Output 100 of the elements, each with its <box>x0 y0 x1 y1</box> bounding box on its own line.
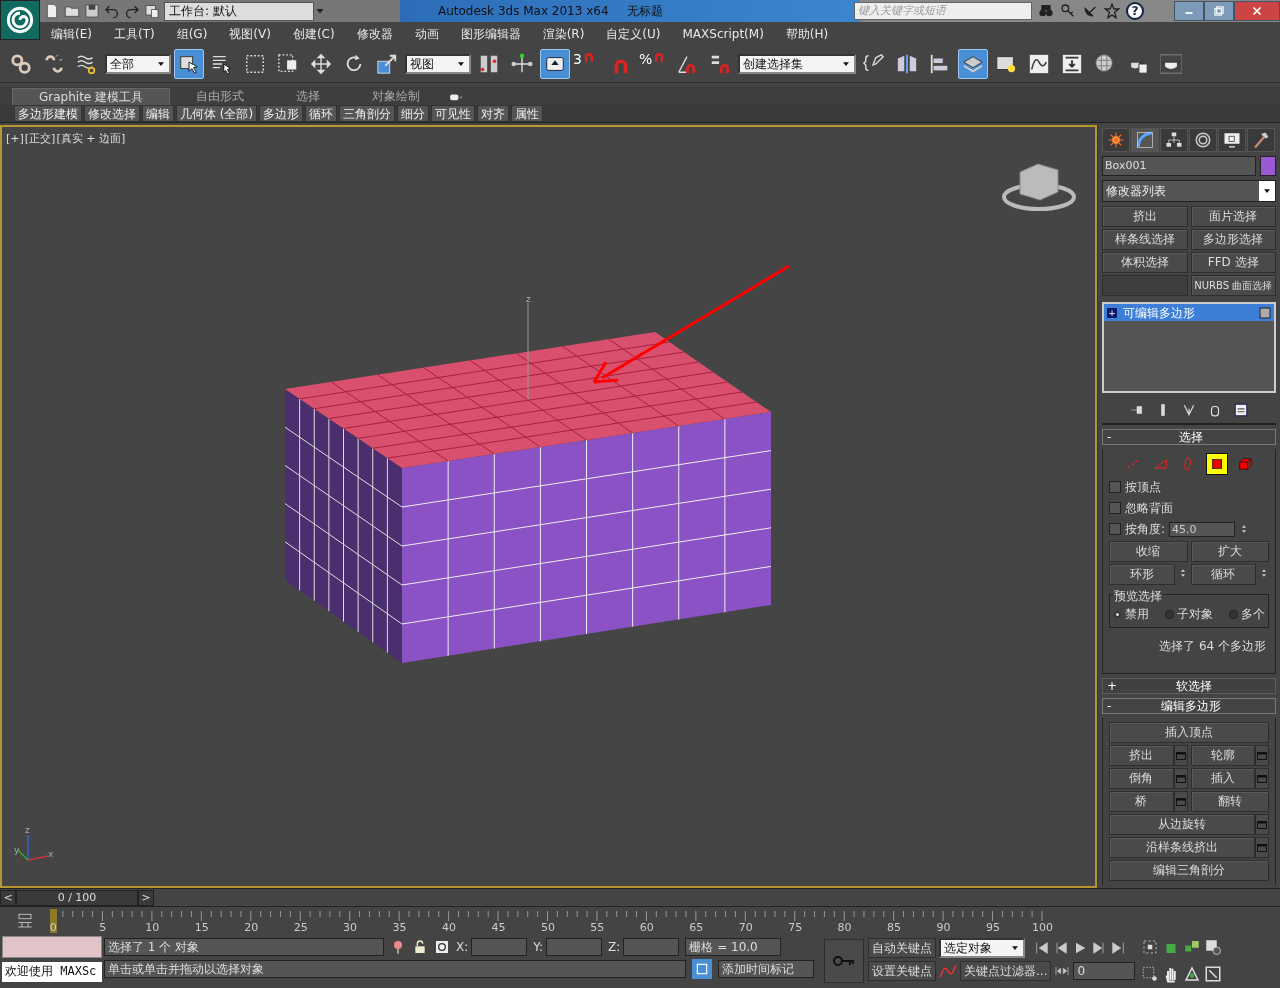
menu-item[interactable]: 创建(C) <box>281 24 346 43</box>
ribbon-panel-button[interactable]: 编辑 <box>142 105 174 122</box>
folder-icon[interactable] <box>64 3 80 19</box>
previous-frame-button[interactable]: < <box>0 889 16 906</box>
maximize-viewport-icon[interactable] <box>1204 964 1223 983</box>
time-tag-toggle[interactable] <box>692 959 712 979</box>
zoom-extents-icon[interactable] <box>1141 938 1160 956</box>
menu-item[interactable]: 自定义(U) <box>595 24 672 43</box>
ribbon-panel-button[interactable]: 多边形建模 <box>14 105 82 122</box>
ribbon-tab[interactable]: 对象绘制 <box>346 88 447 105</box>
rollout-button[interactable]: 翻转 <box>1190 791 1269 812</box>
time-config-icon[interactable] <box>1204 938 1223 956</box>
ribbon-panel-button[interactable]: 循环 <box>305 105 338 122</box>
set-key-mode-button[interactable]: 设置关键点 <box>868 961 936 981</box>
rollout-header[interactable]: - 编辑多边形 <box>1102 698 1276 714</box>
maxscript-listener-field[interactable] <box>2 936 102 958</box>
viewport[interactable]: [+][正交][真实 + 边面] z z y x <box>0 125 1097 888</box>
undo-icon[interactable] <box>104 3 120 19</box>
modifier-button[interactable]: 挤出 <box>1102 206 1188 227</box>
expand-toggle[interactable]: + <box>1107 307 1117 318</box>
hammer-icon[interactable] <box>1252 131 1270 149</box>
redo-icon[interactable] <box>124 3 140 19</box>
schematic-icon[interactable] <box>1061 52 1083 75</box>
move-arrows-icon[interactable] <box>310 52 332 75</box>
ribbon-panel-button[interactable]: 多边形 <box>259 105 304 122</box>
object-name-field[interactable]: Box001 <box>1102 156 1256 176</box>
config-icon[interactable] <box>1234 403 1248 417</box>
menu-item[interactable]: 编辑(E) <box>40 24 103 43</box>
menu-item[interactable]: MAXScript(M) <box>671 24 775 43</box>
modifier-button[interactable]: 体积选择 <box>1102 252 1188 273</box>
menu-item[interactable]: 工具(T) <box>102 24 166 43</box>
restore-icon[interactable] <box>1212 4 1226 18</box>
ribbon-panel-button[interactable]: 修改选择 <box>84 105 140 122</box>
ribbon-tab[interactable]: 选择 <box>270 88 347 105</box>
time-slider-thumb[interactable]: 0 / 100 <box>16 889 138 906</box>
modifier-button[interactable]: NURBS 曲面选择 <box>1190 275 1276 296</box>
frame-field[interactable]: 0 <box>1073 962 1136 980</box>
rollout-header[interactable]: + 软选择 <box>1102 678 1276 694</box>
orbit-icon[interactable] <box>1183 964 1202 983</box>
checkbox[interactable] <box>1109 502 1121 514</box>
polygon-square-icon[interactable] <box>1209 456 1225 472</box>
ribbon-panel-button[interactable]: 可见性 <box>431 105 476 122</box>
checkbox[interactable] <box>1109 481 1121 493</box>
curved-arc-icon[interactable] <box>1136 131 1154 149</box>
viewport-label[interactable]: [正交] <box>24 131 56 148</box>
curve-graph-icon[interactable] <box>1028 52 1050 75</box>
ribbon-panel-button[interactable]: 属性 <box>511 105 544 122</box>
menu-item[interactable]: 动画 <box>403 24 450 43</box>
viewport-label[interactable]: [真实 + 边面] <box>56 131 126 148</box>
maxscript-output-field[interactable]: 欢迎使用 MAXSc <box>2 962 102 982</box>
rollout-button[interactable]: 扩大 <box>1190 541 1269 562</box>
fork-icon[interactable] <box>1182 403 1196 417</box>
menu-item[interactable]: 组(G) <box>165 24 219 43</box>
coordinate-field[interactable] <box>623 938 680 956</box>
radio-button[interactable] <box>1229 609 1238 619</box>
auto-key-button[interactable]: 自动关键点 <box>868 938 936 958</box>
modifier-button[interactable]: 样条线选择 <box>1102 229 1188 250</box>
lock-icon[interactable] <box>412 939 428 955</box>
dropdown[interactable]: 全部 <box>105 53 171 74</box>
rollout-button[interactable]: 插入顶点 <box>1109 722 1269 743</box>
square-icon[interactable] <box>1259 306 1271 319</box>
ribbon-panel-button[interactable]: 几何体 (全部) <box>176 105 258 122</box>
angle-field[interactable]: 45.0 <box>1169 521 1236 537</box>
menu-item[interactable]: 渲染(R) <box>531 24 596 43</box>
ribbon-tab[interactable]: 自由形式 <box>170 88 271 105</box>
rollout-button[interactable]: 从边旋转 <box>1109 814 1255 835</box>
monitor-icon[interactable] <box>1223 131 1241 149</box>
menu-item[interactable]: 视图(V) <box>218 24 282 43</box>
next-frame-button[interactable]: > <box>138 889 154 906</box>
snap-toggle[interactable]: % <box>639 48 669 79</box>
time-tag-field[interactable]: 添加时间标记 <box>718 960 814 978</box>
ribbon-panel-button[interactable]: 对齐 <box>477 105 510 122</box>
rollout-button[interactable]: 编辑三角剖分 <box>1109 860 1269 881</box>
ribbon-panel-button[interactable]: 三角剖分 <box>339 105 396 122</box>
go-end-icon[interactable] <box>1110 940 1126 956</box>
hierarchy-icon[interactable] <box>1165 131 1183 149</box>
rollout-button[interactable]: 轮廓 <box>1190 745 1255 766</box>
dashed-cube-icon[interactable] <box>277 52 299 75</box>
checkbox[interactable] <box>1109 523 1121 535</box>
menu-item[interactable]: 图形编辑器 <box>449 24 532 43</box>
dropdown[interactable]: 视图 <box>405 53 471 74</box>
rollout-button[interactable]: 沿样条线挤出 <box>1109 837 1255 858</box>
dashed-select-icon[interactable] <box>1141 964 1160 983</box>
ribbon-panel-button[interactable]: 细分 <box>397 105 430 122</box>
key-filters-button[interactable]: 关键点过滤器... <box>960 961 1052 981</box>
pivot-icon[interactable] <box>511 52 533 75</box>
menu-item[interactable]: 修改器 <box>345 24 404 43</box>
modifier-list-dropdown[interactable]: 修改器列表 <box>1102 180 1276 202</box>
snap-toggle[interactable]: 3 <box>573 48 603 79</box>
viewcube-drawing[interactable] <box>1002 163 1076 211</box>
dashed-rect-icon[interactable] <box>244 52 266 75</box>
rollout-button[interactable]: 挤出 <box>1109 745 1174 766</box>
pin-icon[interactable] <box>1130 403 1144 417</box>
dropdown[interactable]: 创建选择集 <box>738 53 856 74</box>
rollout-button[interactable]: 循环 <box>1190 564 1256 585</box>
radio-button[interactable] <box>1113 609 1122 619</box>
element-cube-icon[interactable] <box>1237 456 1253 472</box>
workspace-dropdown[interactable]: 工作台: 默认 <box>164 1 314 21</box>
viewport-label[interactable]: [+] <box>6 131 24 148</box>
key-icon[interactable] <box>1060 3 1076 19</box>
